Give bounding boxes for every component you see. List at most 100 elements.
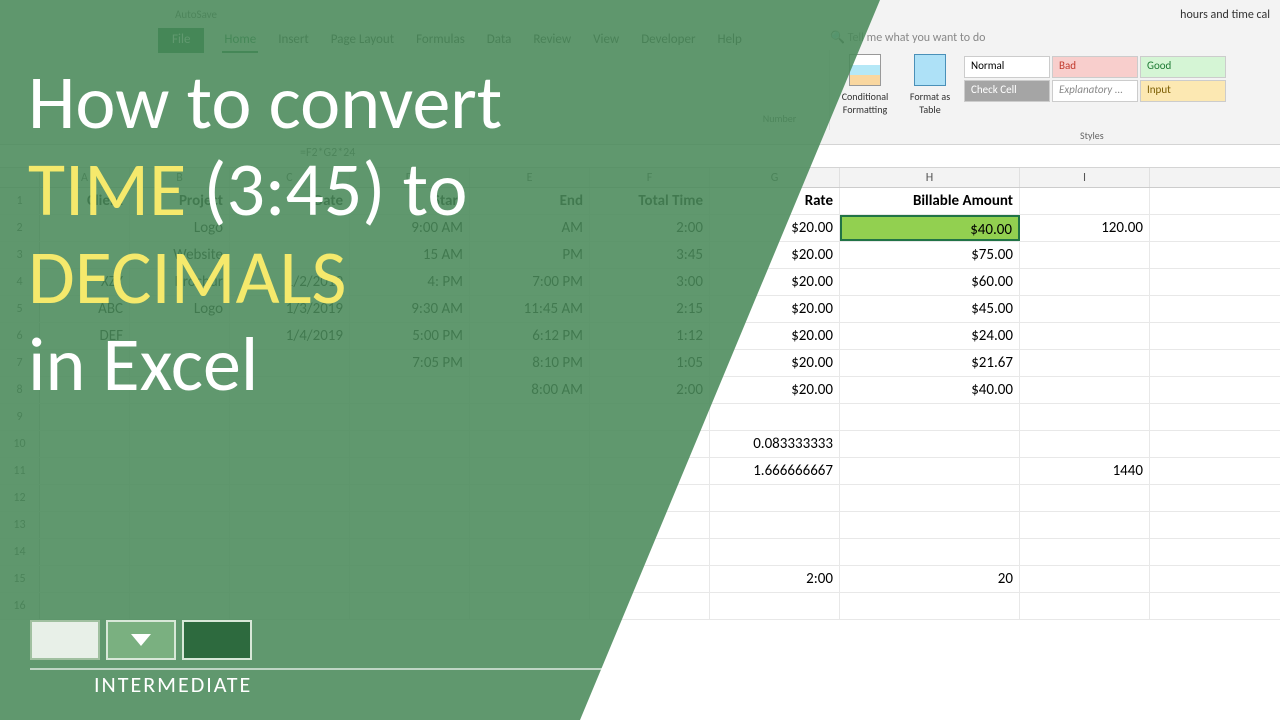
- cell-H11[interactable]: [840, 458, 1020, 484]
- row-header[interactable]: 13: [0, 512, 40, 538]
- cell-B13[interactable]: [130, 512, 230, 538]
- cell-F12[interactable]: [590, 485, 710, 511]
- cell-G9[interactable]: [710, 404, 840, 430]
- cell-G13[interactable]: [710, 512, 840, 538]
- cell-G8[interactable]: $20.00: [710, 377, 840, 403]
- cell-F13[interactable]: [590, 512, 710, 538]
- cell-C10[interactable]: [230, 431, 350, 457]
- row-header[interactable]: 14: [0, 539, 40, 565]
- cell-H6[interactable]: $24.00: [840, 323, 1020, 349]
- header-cell-F[interactable]: Total Time: [590, 188, 710, 214]
- cell-G12[interactable]: [710, 485, 840, 511]
- cell-F5[interactable]: 2:15: [590, 296, 710, 322]
- cell-D14[interactable]: [350, 539, 470, 565]
- cell-E12[interactable]: [470, 485, 590, 511]
- cell-styles-gallery[interactable]: Normal Bad Good Check Cell Explanatory .…: [960, 50, 1230, 130]
- cell-F15[interactable]: [590, 566, 710, 592]
- cell-H9[interactable]: [840, 404, 1020, 430]
- cell-I3[interactable]: [1020, 242, 1150, 268]
- cell-F11[interactable]: [590, 458, 710, 484]
- row-header[interactable]: 11: [0, 458, 40, 484]
- cell-F8[interactable]: 2:00: [590, 377, 710, 403]
- cell-B12[interactable]: [130, 485, 230, 511]
- conditional-formatting-button[interactable]: Conditional Formatting: [830, 50, 900, 130]
- cell-G10[interactable]: 0.083333333: [710, 431, 840, 457]
- cell-E10[interactable]: [470, 431, 590, 457]
- cell-A10[interactable]: [40, 431, 130, 457]
- cell-D13[interactable]: [350, 512, 470, 538]
- cell-F6[interactable]: 1:12: [590, 323, 710, 349]
- cell-H15[interactable]: 20: [840, 566, 1020, 592]
- cell-E16[interactable]: [470, 593, 590, 619]
- cell-H4[interactable]: $60.00: [840, 269, 1020, 295]
- header-cell-H[interactable]: Billable Amount: [840, 188, 1020, 214]
- cell-A14[interactable]: [40, 539, 130, 565]
- cell-B10[interactable]: [130, 431, 230, 457]
- cell-G15[interactable]: 2:00: [710, 566, 840, 592]
- cell-I4[interactable]: [1020, 269, 1150, 295]
- header-cell-G[interactable]: Rate: [710, 188, 840, 214]
- col-header-G[interactable]: G: [710, 168, 840, 187]
- cell-I9[interactable]: [1020, 404, 1150, 430]
- cell-A16[interactable]: [40, 593, 130, 619]
- cell-G7[interactable]: $20.00: [710, 350, 840, 376]
- style-check-cell[interactable]: Check Cell: [964, 80, 1050, 102]
- style-input[interactable]: Input: [1140, 80, 1226, 102]
- cell-I12[interactable]: [1020, 485, 1150, 511]
- cell-B15[interactable]: [130, 566, 230, 592]
- cell-F7[interactable]: 1:05: [590, 350, 710, 376]
- cell-D10[interactable]: [350, 431, 470, 457]
- cell-D11[interactable]: [350, 458, 470, 484]
- cell-B16[interactable]: [130, 593, 230, 619]
- cell-H10[interactable]: [840, 431, 1020, 457]
- cell-F16[interactable]: [590, 593, 710, 619]
- cell-H5[interactable]: $45.00: [840, 296, 1020, 322]
- cell-C11[interactable]: [230, 458, 350, 484]
- cell-F9[interactable]: [590, 404, 710, 430]
- cell-I6[interactable]: [1020, 323, 1150, 349]
- cell-C13[interactable]: [230, 512, 350, 538]
- style-explanatory[interactable]: Explanatory ...: [1052, 80, 1138, 102]
- cell-E11[interactable]: [470, 458, 590, 484]
- cell-E15[interactable]: [470, 566, 590, 592]
- cell-C15[interactable]: [230, 566, 350, 592]
- col-header-I[interactable]: I: [1020, 168, 1150, 187]
- format-as-table-button[interactable]: Format as Table: [900, 50, 960, 130]
- cell-G2[interactable]: $20.00: [710, 215, 840, 241]
- style-normal[interactable]: Normal: [964, 56, 1050, 78]
- cell-A12[interactable]: [40, 485, 130, 511]
- style-good[interactable]: Good: [1140, 56, 1226, 78]
- tell-me-search[interactable]: 🔍 Tell me what you want to do: [830, 30, 985, 45]
- cell-G4[interactable]: $20.00: [710, 269, 840, 295]
- cell-I5[interactable]: [1020, 296, 1150, 322]
- cell-F3[interactable]: 3:45: [590, 242, 710, 268]
- cell-I16[interactable]: [1020, 593, 1150, 619]
- cell-I11[interactable]: 1440: [1020, 458, 1150, 484]
- row-header[interactable]: 15: [0, 566, 40, 592]
- col-header-F[interactable]: F: [590, 168, 710, 187]
- row-header[interactable]: 12: [0, 485, 40, 511]
- col-header-H[interactable]: H: [840, 168, 1020, 187]
- cell-G11[interactable]: 1.666666667: [710, 458, 840, 484]
- cell-F14[interactable]: [590, 539, 710, 565]
- cell-E13[interactable]: [470, 512, 590, 538]
- cell-I13[interactable]: [1020, 512, 1150, 538]
- cell-H14[interactable]: [840, 539, 1020, 565]
- cell-G16[interactable]: [710, 593, 840, 619]
- row-header[interactable]: 16: [0, 593, 40, 619]
- cell-B14[interactable]: [130, 539, 230, 565]
- cell-A15[interactable]: [40, 566, 130, 592]
- cell-I14[interactable]: [1020, 539, 1150, 565]
- cell-G5[interactable]: $20.00: [710, 296, 840, 322]
- autosave-toggle[interactable]: AutoSave: [175, 8, 217, 21]
- cell-H3[interactable]: $75.00: [840, 242, 1020, 268]
- cell-G14[interactable]: [710, 539, 840, 565]
- cell-E14[interactable]: [470, 539, 590, 565]
- cell-G3[interactable]: $20.00: [710, 242, 840, 268]
- cell-I2[interactable]: 120.00: [1020, 215, 1150, 241]
- cell-B11[interactable]: [130, 458, 230, 484]
- row-header[interactable]: 10: [0, 431, 40, 457]
- cell-F4[interactable]: 3:00: [590, 269, 710, 295]
- cell-H7[interactable]: $21.67: [840, 350, 1020, 376]
- cell-I10[interactable]: [1020, 431, 1150, 457]
